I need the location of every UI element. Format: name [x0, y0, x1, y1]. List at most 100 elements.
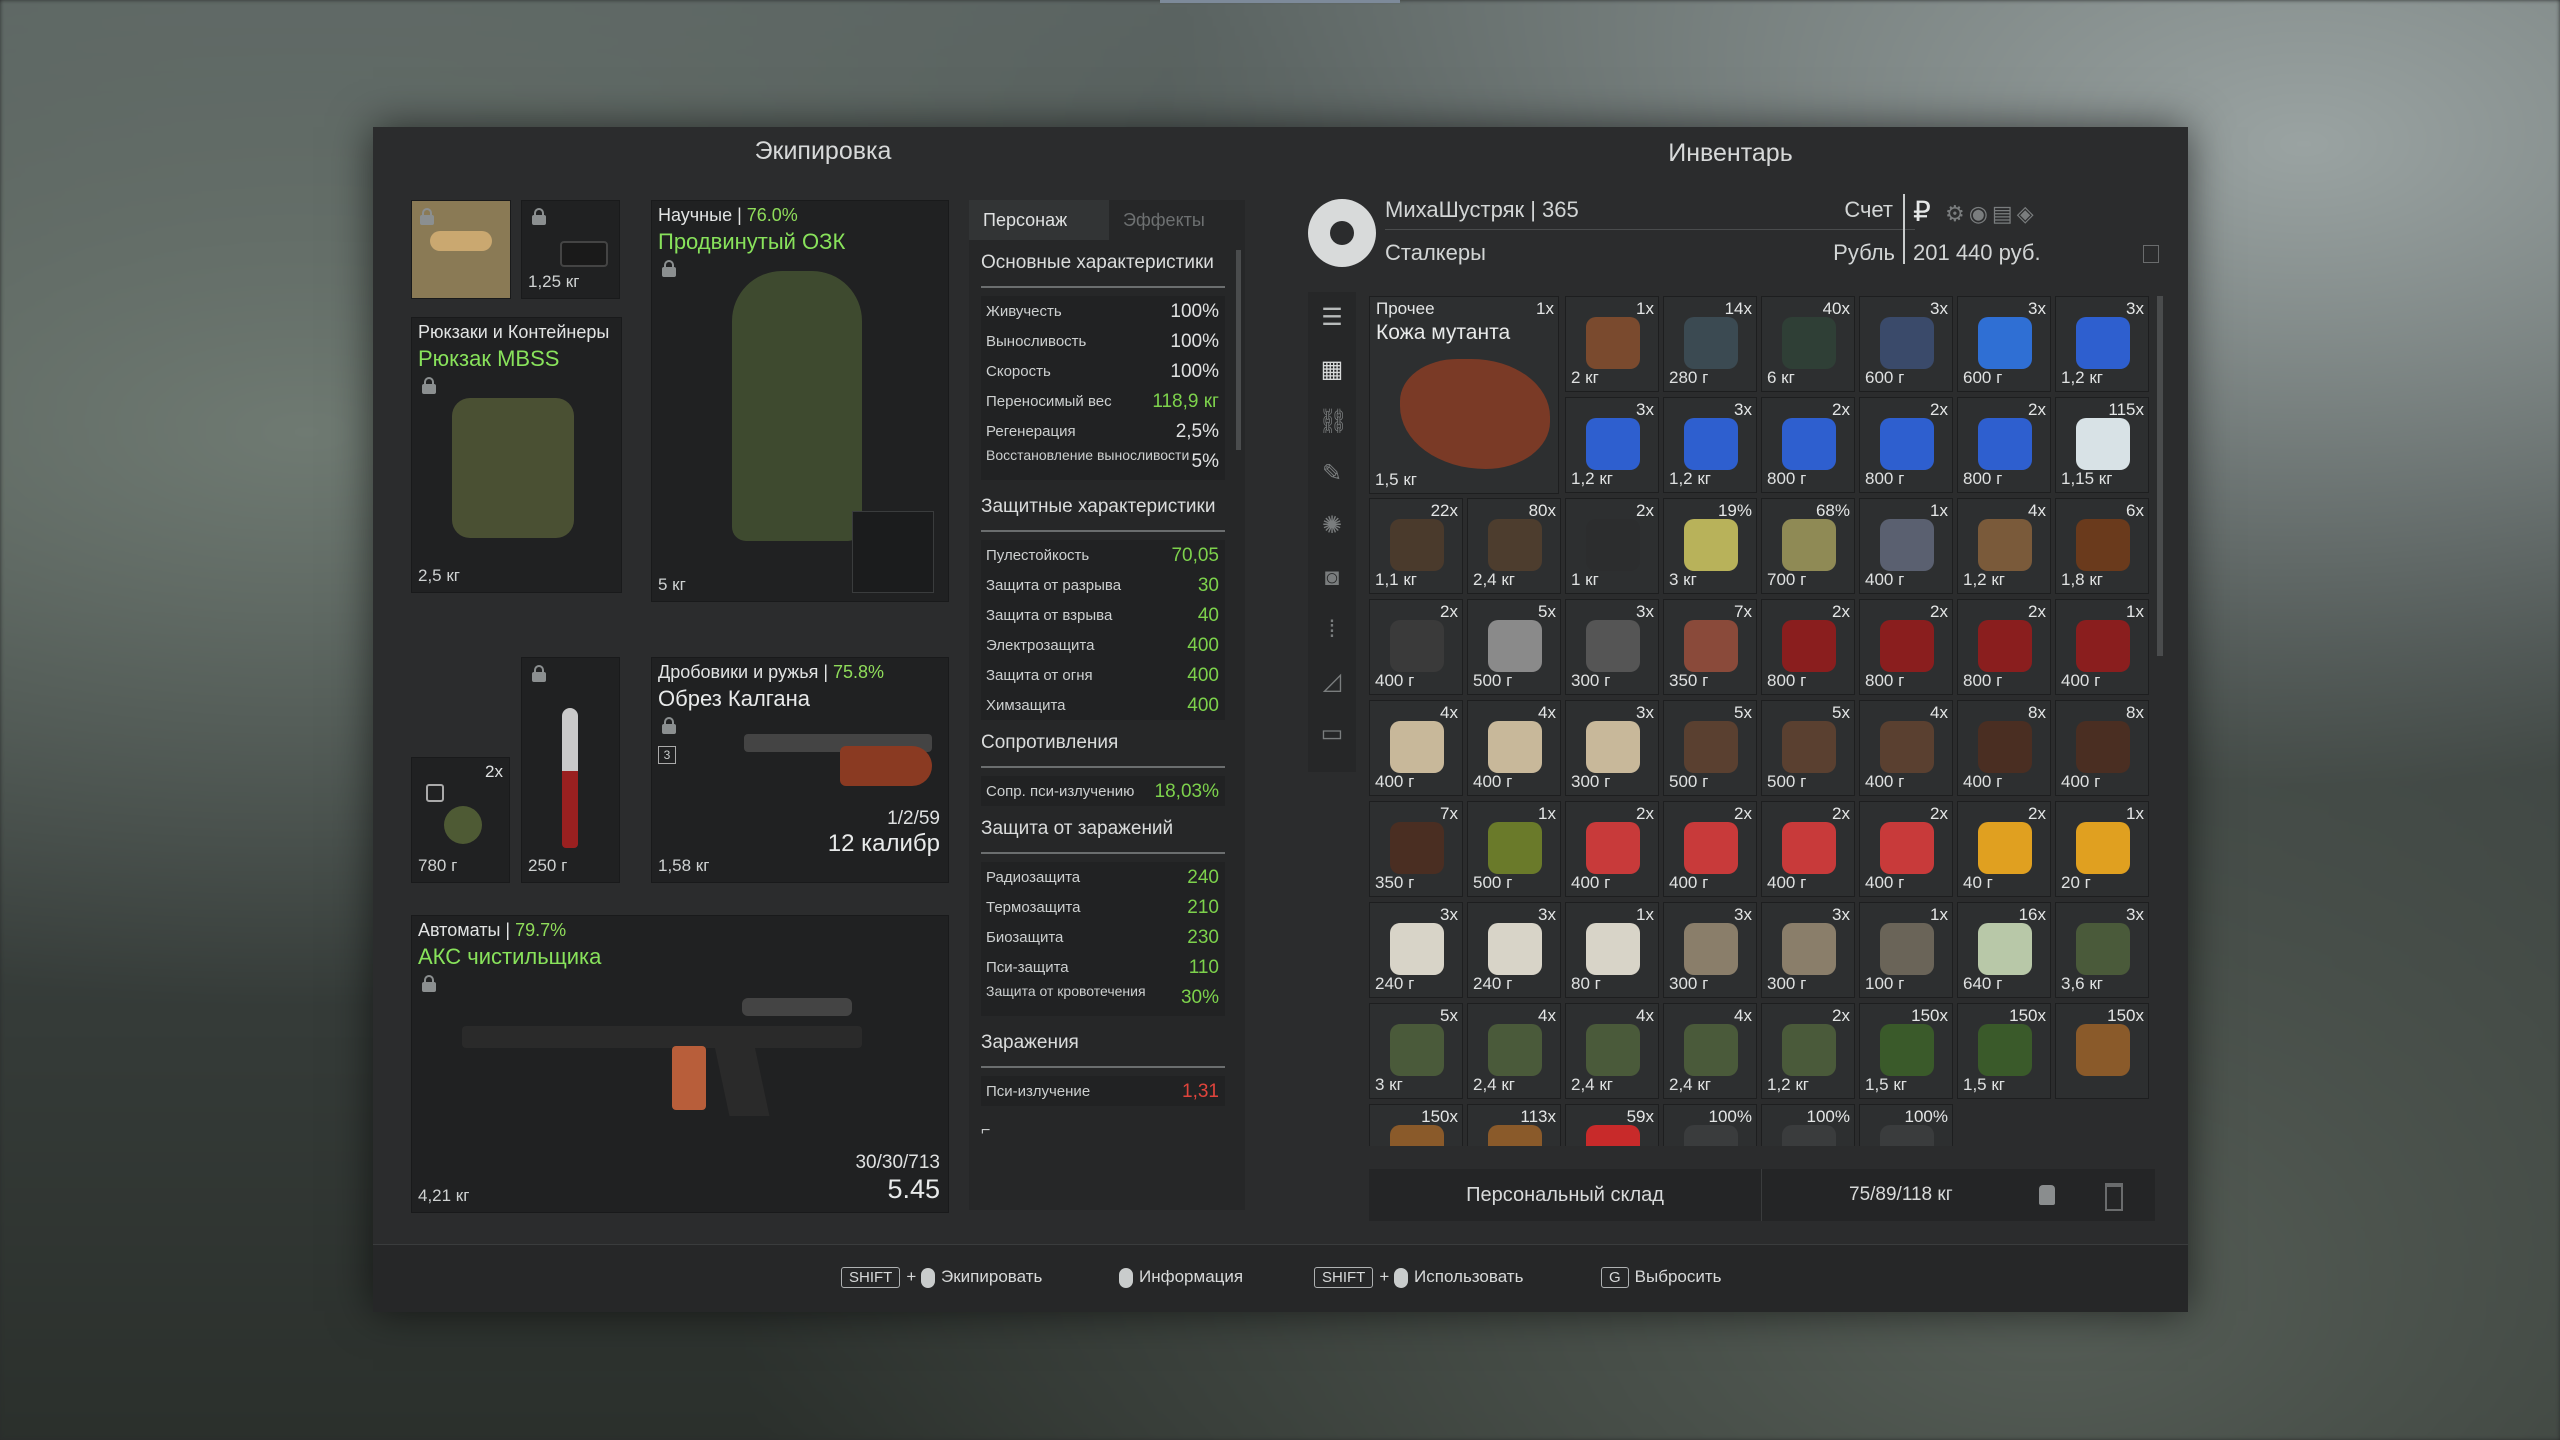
- inventory-item[interactable]: 100%: [1663, 1104, 1757, 1146]
- big-item-cell[interactable]: Прочее 1x Кожа мутанта 1,5 кг: [1369, 296, 1559, 494]
- inventory-item[interactable]: 2x 1,2 кг: [1761, 1003, 1855, 1099]
- hint-drop[interactable]: G Выбросить: [1601, 1267, 1722, 1288]
- box-icon[interactable]: ▭: [1318, 720, 1346, 748]
- inventory-item[interactable]: 8x 400 г: [2055, 700, 2149, 796]
- inventory-item[interactable]: 100%: [1761, 1104, 1855, 1146]
- inventory-item[interactable]: 59x: [1565, 1104, 1659, 1146]
- inventory-item[interactable]: 1x 20 г: [2055, 801, 2149, 897]
- inventory-item[interactable]: 3x 600 г: [1957, 296, 2051, 392]
- inventory-item[interactable]: 2x 400 г: [1663, 801, 1757, 897]
- mask-slot[interactable]: [411, 200, 511, 299]
- inventory-item[interactable]: 1x 500 г: [1467, 801, 1561, 897]
- inventory-item[interactable]: 3x 240 г: [1369, 902, 1463, 998]
- inventory-item[interactable]: 4x 1,2 кг: [1957, 498, 2051, 594]
- personal-storage-button[interactable]: Персональный склад: [1369, 1169, 1762, 1221]
- ruble-icon[interactable]: ₽: [1913, 195, 1931, 228]
- inventory-item[interactable]: 3x 1,2 кг: [1565, 397, 1659, 493]
- inventory-item[interactable]: 4x 2,4 кг: [1565, 1003, 1659, 1099]
- ruler-icon[interactable]: ◿: [1318, 668, 1346, 696]
- inventory-item[interactable]: 2x 800 г: [1859, 599, 1953, 695]
- info-icon[interactable]: [2143, 245, 2159, 263]
- inventory-item[interactable]: 22x 1,1 кг: [1369, 498, 1463, 594]
- inventory-item[interactable]: 2x 400 г: [1761, 801, 1855, 897]
- inventory-item[interactable]: 150x: [1369, 1104, 1463, 1146]
- inventory-item[interactable]: 4x 2,4 кг: [1663, 1003, 1757, 1099]
- inventory-item[interactable]: 2x 400 г: [1859, 801, 1953, 897]
- inventory-item[interactable]: 1x 80 г: [1565, 902, 1659, 998]
- ammo-icon[interactable]: ⁞: [1318, 616, 1346, 644]
- syringe-icon[interactable]: ✎: [1318, 460, 1346, 488]
- inventory-item[interactable]: 150x 1,5 кг: [1957, 1003, 2051, 1099]
- inventory-item[interactable]: 7x 350 г: [1369, 801, 1463, 897]
- grenade-slot[interactable]: 2x 780 г: [411, 757, 510, 883]
- inventory-item[interactable]: 5x 3 кг: [1369, 1003, 1463, 1099]
- currency-icons[interactable]: ⚙◉▤◈: [1945, 201, 2038, 227]
- list-view-icon[interactable]: ☰: [1318, 304, 1346, 332]
- inventory-item[interactable]: 150x: [2055, 1003, 2149, 1099]
- inventory-item[interactable]: 100%: [1859, 1104, 1953, 1146]
- inventory-item[interactable]: 1x 400 г: [2055, 599, 2149, 695]
- inventory-item[interactable]: 6x 1,8 кг: [2055, 498, 2149, 594]
- link-icon[interactable]: ⛓: [1318, 408, 1348, 436]
- inventory-item[interactable]: 3x 1,2 кг: [1663, 397, 1757, 493]
- inventory-item[interactable]: 1x 100 г: [1859, 902, 1953, 998]
- inventory-item[interactable]: 19% 3 кг: [1663, 498, 1757, 594]
- inventory-item[interactable]: 8x 400 г: [1957, 700, 2051, 796]
- inventory-item[interactable]: 5x 500 г: [1761, 700, 1855, 796]
- inventory-item[interactable]: 2x 1 кг: [1565, 498, 1659, 594]
- inventory-item[interactable]: 2x 40 г: [1957, 801, 2051, 897]
- inventory-item[interactable]: 5x 500 г: [1663, 700, 1757, 796]
- inventory-item[interactable]: 3x 300 г: [1565, 700, 1659, 796]
- inventory-item[interactable]: 2x 400 г: [1565, 801, 1659, 897]
- inventory-item[interactable]: 2x 800 г: [1957, 599, 2051, 695]
- stats-scrollbar[interactable]: [1236, 250, 1241, 450]
- inventory-item[interactable]: 113x: [1467, 1104, 1561, 1146]
- inventory-item[interactable]: 2x 800 г: [1761, 397, 1855, 493]
- tab-character[interactable]: Персонаж: [969, 200, 1109, 240]
- inventory-item[interactable]: 4x 400 г: [1467, 700, 1561, 796]
- artifact-subslot[interactable]: [852, 511, 934, 593]
- inventory-item[interactable]: 3x 600 г: [1859, 296, 1953, 392]
- hint-info[interactable]: Информация: [1119, 1267, 1243, 1288]
- inventory-item[interactable]: 150x 1,5 кг: [1859, 1003, 1953, 1099]
- inventory-item[interactable]: 4x 400 г: [1859, 700, 1953, 796]
- trash-icon[interactable]: [2105, 1183, 2123, 1211]
- inventory-item[interactable]: 40x 6 кг: [1761, 296, 1855, 392]
- inventory-item[interactable]: 3x 3,6 кг: [2055, 902, 2149, 998]
- lock-icon: [662, 717, 676, 734]
- inventory-item[interactable]: 2x 800 г: [1957, 397, 2051, 493]
- tab-effects[interactable]: Эффекты: [1109, 200, 1245, 240]
- inventory-item[interactable]: 3x 300 г: [1761, 902, 1855, 998]
- rifle-slot[interactable]: Автоматы | 79.7% АКС чистильщика 30/30/7…: [411, 915, 949, 1213]
- inventory-item[interactable]: 4x 2,4 кг: [1467, 1003, 1561, 1099]
- shotgun-slot[interactable]: Дробовики и ружья | 75.8% Обрез Калгана …: [651, 657, 949, 883]
- inventory-item[interactable]: 2x 800 г: [1761, 599, 1855, 695]
- inventory-item[interactable]: 3x 1,2 кг: [2055, 296, 2149, 392]
- device-icon[interactable]: ◙: [1318, 564, 1346, 592]
- inventory-item[interactable]: 3x 240 г: [1467, 902, 1561, 998]
- inventory-scrollbar[interactable]: [2157, 296, 2163, 656]
- inventory-item[interactable]: 2x 400 г: [1369, 599, 1463, 695]
- inventory-item[interactable]: 7x 350 г: [1663, 599, 1757, 695]
- inventory-item[interactable]: 115x 1,15 кг: [2055, 397, 2149, 493]
- device-slot[interactable]: 1,25 кг: [521, 200, 620, 299]
- suit-slot[interactable]: Научные | 76.0% Продвинутый ОЗК 5 кг: [651, 200, 949, 602]
- hint-equip[interactable]: SHIFT + Экипировать: [841, 1267, 1042, 1288]
- inventory-item[interactable]: 3x 300 г: [1663, 902, 1757, 998]
- hint-use[interactable]: SHIFT + Использовать: [1314, 1267, 1523, 1288]
- item-count: 22x: [1430, 501, 1458, 520]
- grid-view-icon[interactable]: ▦: [1318, 356, 1346, 384]
- inventory-item[interactable]: 16x 640 г: [1957, 902, 2051, 998]
- inventory-item[interactable]: 4x 400 г: [1369, 700, 1463, 796]
- knife-slot[interactable]: 250 г: [521, 657, 620, 883]
- inventory-item[interactable]: 3x 300 г: [1565, 599, 1659, 695]
- inventory-item[interactable]: 68% 700 г: [1761, 498, 1855, 594]
- backpack-slot[interactable]: Рюкзаки и Контейнеры Рюкзак MBSS 2,5 кг: [411, 317, 622, 593]
- inventory-item[interactable]: 5x 500 г: [1467, 599, 1561, 695]
- inventory-item[interactable]: 2x 800 г: [1859, 397, 1953, 493]
- inventory-item[interactable]: 14x 280 г: [1663, 296, 1757, 392]
- inventory-item[interactable]: 1x 400 г: [1859, 498, 1953, 594]
- inventory-item[interactable]: 80x 2,4 кг: [1467, 498, 1561, 594]
- artifact-icon[interactable]: ✺: [1318, 512, 1346, 540]
- inventory-item[interactable]: 1x 2 кг: [1565, 296, 1659, 392]
